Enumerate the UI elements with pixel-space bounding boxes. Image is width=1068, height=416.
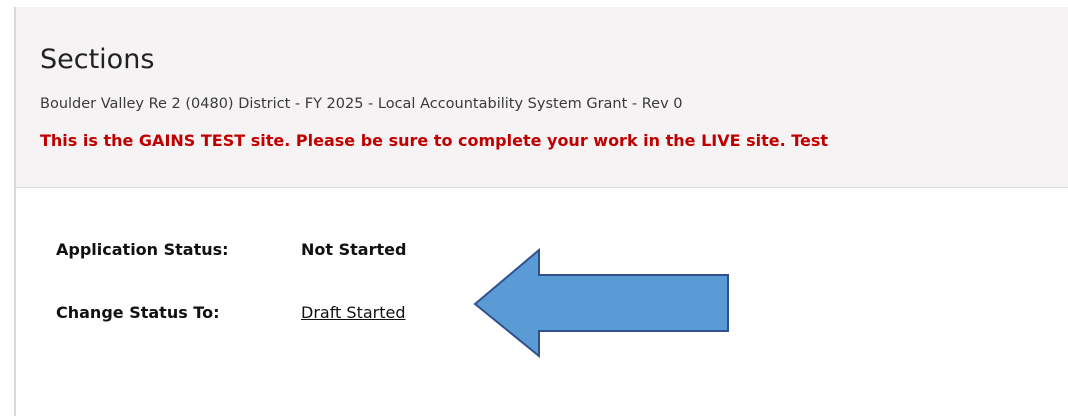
page-title: Sections: [40, 44, 155, 75]
application-status-label: Application Status:: [56, 240, 229, 259]
application-status-value: Not Started: [301, 240, 407, 259]
arrow-shape: [473, 247, 729, 359]
change-status-label: Change Status To:: [56, 303, 220, 322]
page-header: Sections Boulder Valley Re 2 (0480) Dist…: [16, 7, 1068, 188]
left-arrow-annotation: [473, 247, 729, 359]
test-site-warning: This is the GAINS TEST site. Please be s…: [40, 131, 829, 150]
application-status-row: Application Status: Not Started: [56, 239, 406, 261]
change-status-row: Change Status To: Draft Started: [56, 302, 406, 324]
draft-started-link[interactable]: Draft Started: [301, 302, 406, 324]
application-breadcrumb: Boulder Valley Re 2 (0480) District - FY…: [40, 96, 683, 112]
